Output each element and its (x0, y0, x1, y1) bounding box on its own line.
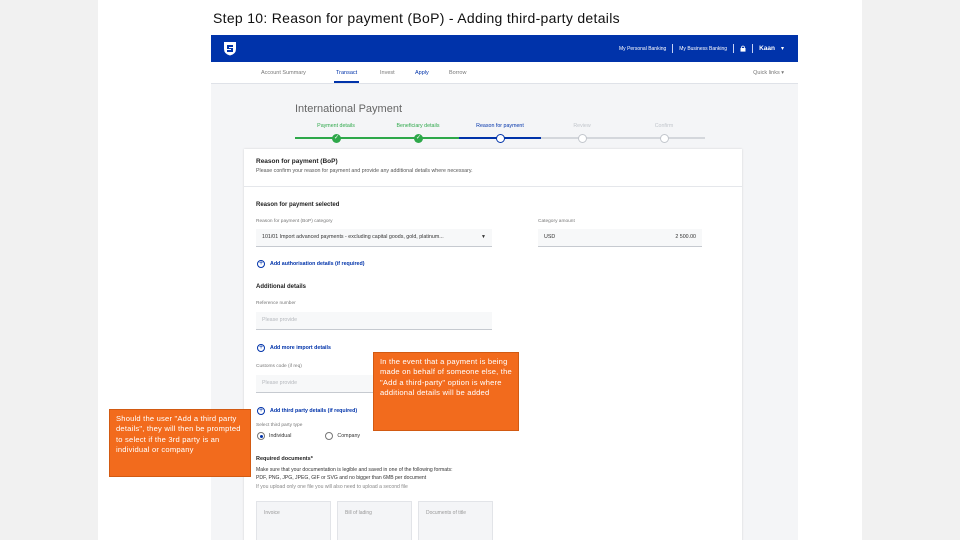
plus-circle-icon: + (257, 407, 265, 415)
sub-navigation: Account Summary Transact Invest Apply Bo… (211, 62, 798, 84)
radio-individual-label: Individual (269, 433, 292, 439)
add-import-details-label: Add more import details (270, 345, 331, 351)
step-label: Review (573, 123, 591, 129)
tab-transact[interactable]: Transact (333, 70, 360, 83)
customs-code-label: Customs code (if req) (256, 364, 302, 369)
divider (733, 44, 735, 53)
top-bar-links: My Personal Banking My Business Banking … (619, 35, 784, 62)
banking-app-screenshot: My Personal Banking My Business Banking … (211, 35, 798, 540)
slide-margin-right (862, 0, 960, 540)
lock-icon[interactable] (740, 45, 746, 52)
progress-stepper: Payment details ✓ Beneficiary details ✓ … (295, 123, 705, 143)
card-subtitle: Please confirm your reason for payment a… (256, 168, 473, 174)
tab-apply[interactable]: Apply (415, 70, 429, 76)
amount-value: 2 500.00 (675, 234, 696, 240)
step-label: Reason for payment (476, 123, 524, 129)
step-confirm: Confirm (623, 123, 705, 143)
callout-third-party-type: Should the user "Add a third party detai… (109, 409, 251, 477)
reference-number-label: Reference number (256, 301, 296, 306)
add-third-party-label: Add third party details (if required) (270, 408, 358, 414)
section-title-selected: Reason for payment selected (256, 202, 340, 208)
documents-note-1: Make sure that your documentation is leg… (256, 467, 453, 473)
currency-code: USD (544, 234, 556, 240)
step-review: Review (541, 123, 623, 143)
chevron-down-icon[interactable]: ▾ (781, 45, 784, 52)
current-step-dot-icon (496, 133, 505, 143)
callout-add-third-party: In the event that a payment is being mad… (373, 352, 519, 431)
upload-invoice[interactable]: Invoice (256, 501, 331, 540)
slide-title: Step 10: Reason for payment (BoP) - Addi… (213, 10, 620, 26)
add-third-party-button[interactable]: + Add third party details (if required) (257, 407, 357, 415)
pending-step-dot-icon (578, 133, 587, 143)
link-business-banking[interactable]: My Business Banking (679, 46, 727, 52)
quick-links-label: Quick links (753, 70, 780, 76)
step-label: Confirm (654, 123, 674, 129)
page-heading: International Payment (295, 103, 403, 115)
documents-note-2: PDF, PNG, JPG, JPEG, GIF or SVG and no b… (256, 475, 427, 481)
link-personal-banking[interactable]: My Personal Banking (619, 46, 666, 52)
step-label: Payment details (317, 123, 355, 129)
upload-bill-of-lading[interactable]: Bill of lading (337, 501, 412, 540)
add-authorisation-label: Add authorisation details (if required) (270, 261, 365, 267)
reason-for-payment-card: Reason for payment (BoP) Please confirm … (244, 149, 742, 540)
standard-bank-shield-icon[interactable] (223, 41, 237, 56)
upload-label: Invoice (264, 510, 280, 516)
required-documents-title: Required documents* (256, 456, 313, 462)
tab-invest[interactable]: Invest (380, 70, 395, 76)
user-name[interactable]: Kaan (759, 45, 775, 52)
upload-label: Bill of lading (345, 510, 372, 516)
category-amount-label: Category amount (538, 219, 575, 224)
radio-individual[interactable] (257, 432, 265, 440)
top-bar: My Personal Banking My Business Banking … (211, 35, 798, 62)
documents-note-3: If you upload only one file you will als… (256, 484, 408, 490)
category-amount-field[interactable]: USD 2 500.00 (538, 229, 702, 247)
upload-label: Documents of title (426, 510, 467, 516)
quick-links-dropdown[interactable]: Quick links ▾ (753, 70, 784, 76)
plus-circle-icon: + (257, 260, 265, 268)
reference-number-placeholder: Please provide (262, 317, 298, 323)
step-payment-details[interactable]: Payment details ✓ (295, 123, 377, 143)
pending-step-dot-icon (660, 133, 669, 143)
reference-number-input[interactable]: Please provide (256, 312, 492, 330)
divider (752, 44, 754, 53)
plus-circle-icon: + (257, 344, 265, 352)
add-import-details-button[interactable]: + Add more import details (257, 344, 331, 352)
add-authorisation-button[interactable]: + Add authorisation details (if required… (257, 260, 364, 268)
bop-category-value: 101/01 Import advanced payments - exclud… (262, 234, 444, 240)
step-label: Beneficiary details (396, 123, 440, 129)
third-party-type-radio-group: Individual Company (257, 432, 390, 440)
check-icon: ✓ (332, 133, 341, 143)
chevron-down-icon: ▼ (481, 234, 486, 240)
section-title-additional: Additional details (256, 284, 307, 290)
upload-documents-of-title[interactable]: Documents of title (418, 501, 493, 540)
bop-category-select[interactable]: 101/01 Import advanced payments - exclud… (256, 229, 492, 247)
radio-company[interactable] (325, 432, 334, 440)
check-icon: ✓ (414, 133, 423, 143)
third-party-type-label: Select third party type (256, 423, 303, 428)
tab-account-summary[interactable]: Account Summary (261, 70, 306, 76)
divider (672, 44, 674, 53)
customs-code-placeholder: Please provide (262, 380, 298, 386)
step-reason-for-payment[interactable]: Reason for payment (459, 123, 541, 143)
radio-company-label: Company (337, 433, 361, 439)
step-beneficiary-details[interactable]: Beneficiary details ✓ (377, 123, 459, 143)
card-header: Reason for payment (BoP) Please confirm … (244, 149, 742, 187)
tab-borrow[interactable]: Borrow (449, 70, 466, 76)
card-title: Reason for payment (BoP) (256, 158, 338, 165)
bop-category-label: Reason for payment (BoP) category (256, 219, 333, 224)
slide-margin-left (0, 0, 98, 540)
